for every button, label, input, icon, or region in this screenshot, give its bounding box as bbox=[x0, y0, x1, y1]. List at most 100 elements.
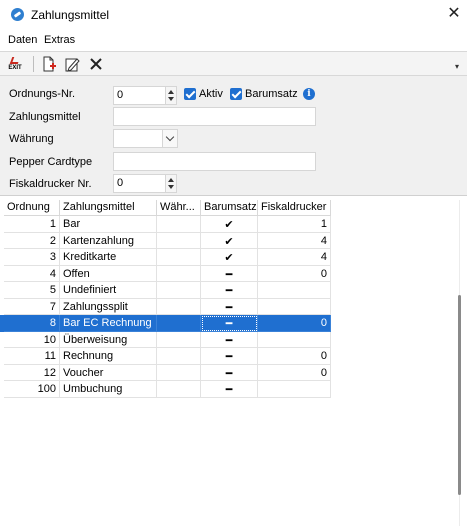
cell-waehrung[interactable] bbox=[157, 249, 201, 266]
zahlungsmittel-field[interactable] bbox=[113, 107, 316, 126]
cell-barumsatz[interactable]: ━ bbox=[201, 348, 258, 365]
cell-barumsatz[interactable]: ━ bbox=[201, 282, 258, 299]
cell-waehrung[interactable] bbox=[157, 315, 201, 332]
cell-ordnung[interactable]: 5 bbox=[4, 282, 60, 299]
cell-zahlungsmittel[interactable]: Kreditkarte bbox=[60, 249, 157, 266]
table-row[interactable]: 11 Rechnung ━ 0 bbox=[0, 348, 331, 365]
cell-ordnung[interactable]: 7 bbox=[4, 298, 60, 315]
fiskaldrucker-field[interactable]: 0 bbox=[113, 174, 177, 193]
ordnungs-nr-field[interactable]: 0 bbox=[113, 86, 177, 105]
cell-waehrung[interactable] bbox=[157, 381, 201, 398]
table-row[interactable]: 3 Kreditkarte ✔ 4 bbox=[0, 249, 331, 266]
cell-fiskaldrucker[interactable] bbox=[258, 282, 331, 299]
cell-zahlungsmittel[interactable]: Zahlungssplit bbox=[60, 298, 157, 315]
column-header-ordnung[interactable]: Ordnung bbox=[4, 200, 60, 216]
cell-zahlungsmittel[interactable]: Bar EC Rechnung bbox=[60, 315, 157, 332]
delete-record-button[interactable] bbox=[87, 55, 105, 73]
cell-zahlungsmittel[interactable]: Rechnung bbox=[60, 348, 157, 365]
cell-barumsatz[interactable]: ━ bbox=[201, 265, 258, 282]
column-header-barumsatz[interactable]: Barumsatz bbox=[201, 200, 258, 216]
cell-barumsatz[interactable]: ━ bbox=[201, 298, 258, 315]
cell-zahlungsmittel[interactable]: Umbuchung bbox=[60, 381, 157, 398]
column-header-zahlungsmittel[interactable]: Zahlungsmittel bbox=[60, 200, 157, 216]
cell-waehrung[interactable] bbox=[157, 331, 201, 348]
cell-fiskaldrucker[interactable]: 0 bbox=[258, 348, 331, 365]
cell-waehrung[interactable] bbox=[157, 364, 201, 381]
cell-ordnung[interactable]: 100 bbox=[4, 381, 60, 398]
column-header-waehrung[interactable]: Währ... bbox=[157, 200, 201, 216]
scrollbar-thumb[interactable] bbox=[458, 295, 461, 495]
cell-ordnung[interactable]: 1 bbox=[4, 216, 60, 233]
table-row[interactable]: 2 Kartenzahlung ✔ 4 bbox=[0, 232, 331, 249]
edit-record-button[interactable] bbox=[63, 55, 81, 73]
edit-icon bbox=[65, 58, 80, 72]
column-header-fiskaldrucker[interactable]: Fiskaldrucker bbox=[258, 200, 331, 216]
cell-waehrung[interactable] bbox=[157, 282, 201, 299]
table-row[interactable]: 5 Undefiniert ━ bbox=[0, 282, 331, 299]
cell-fiskaldrucker[interactable] bbox=[258, 331, 331, 348]
cell-barumsatz[interactable]: ✔ bbox=[201, 232, 258, 249]
cell-ordnung[interactable]: 2 bbox=[4, 232, 60, 249]
info-icon[interactable]: i bbox=[303, 88, 315, 100]
pepper-cardtype-field[interactable] bbox=[113, 152, 316, 171]
table-row[interactable]: 100 Umbuchung ━ bbox=[0, 381, 331, 398]
ordnungs-nr-label: Ordnungs-Nr. bbox=[9, 88, 76, 100]
cell-barumsatz[interactable]: ✔ bbox=[201, 249, 258, 266]
cell-barumsatz[interactable]: ━ bbox=[201, 364, 258, 381]
detail-form: Ordnungs-Nr. 0 Aktiv Barumsatz i Zahlung… bbox=[0, 76, 467, 196]
waehrung-label: Währung bbox=[9, 133, 54, 145]
cell-fiskaldrucker[interactable] bbox=[258, 298, 331, 315]
table-row[interactable]: 12 Voucher ━ 0 bbox=[0, 364, 331, 381]
cell-ordnung[interactable]: 11 bbox=[4, 348, 60, 365]
cell-fiskaldrucker[interactable]: 0 bbox=[258, 315, 331, 332]
exit-button[interactable]: EXIT bbox=[6, 55, 24, 73]
fiskaldrucker-label: Fiskaldrucker Nr. bbox=[9, 178, 92, 190]
cell-fiskaldrucker[interactable]: 0 bbox=[258, 364, 331, 381]
cell-fiskaldrucker[interactable]: 1 bbox=[258, 216, 331, 233]
table-row[interactable]: 7 Zahlungssplit ━ bbox=[0, 298, 331, 315]
cell-fiskaldrucker[interactable]: 0 bbox=[258, 265, 331, 282]
cell-zahlungsmittel[interactable]: Undefiniert bbox=[60, 282, 157, 299]
cell-waehrung[interactable] bbox=[157, 216, 201, 233]
table-row[interactable]: 4 Offen ━ 0 bbox=[0, 265, 331, 282]
cell-ordnung[interactable]: 10 bbox=[4, 331, 60, 348]
cell-waehrung[interactable] bbox=[157, 232, 201, 249]
cell-zahlungsmittel[interactable]: Bar bbox=[60, 216, 157, 233]
fiskaldrucker-value: 0 bbox=[117, 177, 124, 189]
cell-zahlungsmittel[interactable]: Offen bbox=[60, 265, 157, 282]
table-row[interactable]: 10 Überweisung ━ bbox=[0, 331, 331, 348]
menu-daten[interactable]: Daten bbox=[8, 34, 37, 46]
table-row[interactable]: 8 Bar EC Rechnung ━ 0 bbox=[0, 315, 331, 332]
cell-waehrung[interactable] bbox=[157, 298, 201, 315]
menu-extras[interactable]: Extras bbox=[44, 34, 75, 46]
cell-fiskaldrucker[interactable]: 4 bbox=[258, 249, 331, 266]
vertical-scrollbar[interactable] bbox=[453, 200, 467, 526]
chevron-down-icon[interactable] bbox=[162, 130, 177, 147]
cell-barumsatz[interactable]: ━ bbox=[201, 315, 258, 332]
cell-ordnung[interactable]: 3 bbox=[4, 249, 60, 266]
cell-barumsatz[interactable]: ━ bbox=[201, 381, 258, 398]
cell-zahlungsmittel[interactable]: Voucher bbox=[60, 364, 157, 381]
table-row[interactable]: 1 Bar ✔ 1 bbox=[0, 216, 331, 233]
waehrung-select[interactable] bbox=[113, 129, 178, 148]
aktiv-checkbox[interactable] bbox=[184, 88, 196, 100]
cell-barumsatz[interactable]: ✔ bbox=[201, 216, 258, 233]
new-record-button[interactable] bbox=[40, 55, 58, 73]
zahlungsmittel-label: Zahlungsmittel bbox=[9, 111, 81, 123]
cell-ordnung[interactable]: 12 bbox=[4, 364, 60, 381]
barumsatz-checkbox[interactable] bbox=[230, 88, 242, 100]
cell-waehrung[interactable] bbox=[157, 348, 201, 365]
cell-zahlungsmittel[interactable]: Überweisung bbox=[60, 331, 157, 348]
toolbar-overflow-icon[interactable]: ▾ bbox=[455, 62, 459, 71]
toolbar: EXIT ▾ bbox=[0, 51, 467, 76]
cell-zahlungsmittel[interactable]: Kartenzahlung bbox=[60, 232, 157, 249]
fiskaldrucker-spinner[interactable] bbox=[165, 175, 176, 192]
cell-barumsatz[interactable]: ━ bbox=[201, 331, 258, 348]
cell-ordnung[interactable]: 4 bbox=[4, 265, 60, 282]
cell-fiskaldrucker[interactable] bbox=[258, 381, 331, 398]
cell-fiskaldrucker[interactable]: 4 bbox=[258, 232, 331, 249]
close-icon[interactable]: ✕ bbox=[444, 4, 464, 24]
cell-ordnung[interactable]: 8 bbox=[4, 315, 60, 332]
cell-waehrung[interactable] bbox=[157, 265, 201, 282]
ordnungs-nr-spinner[interactable] bbox=[165, 87, 176, 104]
